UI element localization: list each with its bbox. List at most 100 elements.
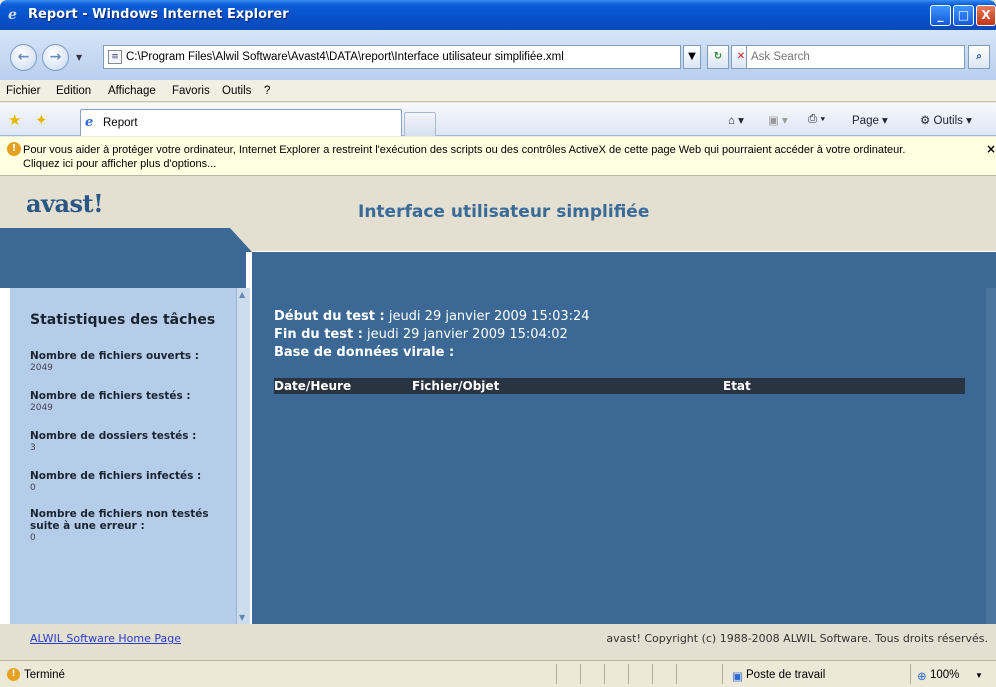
status-divider (628, 664, 629, 684)
information-bar-message[interactable]: Pour vous aider à protéger votre ordinat… (23, 143, 943, 171)
maximize-button[interactable]: □ (953, 5, 974, 26)
stat-label: Nombre de fichiers non testés suite à un… (30, 508, 209, 532)
info-bar-close-icon[interactable]: × (986, 142, 996, 156)
status-divider (652, 664, 653, 684)
report-panel: Début du test : jeudi 29 janvier 2009 15… (252, 288, 996, 624)
status-divider (604, 664, 605, 684)
ie-logo-icon: e (8, 7, 17, 23)
stat-value: 2049 (30, 363, 53, 373)
stat-folders-tested: Nombre de dossiers testés : 3 (30, 430, 235, 454)
status-divider (580, 664, 581, 684)
page-footer: ALWIL Software Home Page avast! Copyrigh… (0, 624, 996, 660)
menu-bar: Fichier Edition Affichage Favoris Outils… (0, 80, 996, 102)
add-favorite-icon[interactable]: ✦ (35, 111, 48, 129)
ie-page-icon: e (85, 115, 94, 130)
stat-label: Nombre de dossiers testés : (30, 430, 197, 442)
stat-files-opened: Nombre de fichiers ouverts : 2049 (30, 350, 235, 374)
menu-item-affichage[interactable]: Affichage (108, 85, 156, 97)
tools-menu-button[interactable]: ⚙ Outils ▾ (920, 113, 972, 127)
page-content: avast! Interface utilisateur simplifiée … (0, 176, 996, 660)
refresh-button[interactable]: ↻ (707, 45, 729, 69)
stat-files-not-tested: Nombre de fichiers non testés suite à un… (30, 508, 235, 544)
test-end-line: Fin du test : jeudi 29 janvier 2009 15:0… (274, 327, 568, 342)
search-input[interactable] (751, 47, 951, 67)
zoom-dropdown-icon[interactable]: ▼ (975, 671, 983, 680)
status-text: Terminé (24, 669, 65, 681)
menu-item-help[interactable]: ? (264, 85, 270, 97)
tab-label: Report (103, 117, 138, 129)
menu-item-outils[interactable]: Outils (222, 85, 251, 97)
scroll-down-icon[interactable]: ▼ (239, 613, 245, 622)
status-bar: ! Terminé ▣ Poste de travail ⊕ 100% ▼ (0, 660, 996, 687)
stat-files-infected: Nombre de fichiers infectés : 0 (30, 470, 235, 494)
page-title: Interface utilisateur simplifiée (358, 202, 650, 222)
home-page-link[interactable]: ALWIL Software Home Page (30, 632, 181, 645)
search-box[interactable] (746, 45, 965, 69)
information-bar[interactable]: ! Pour vous aider à protéger votre ordin… (0, 137, 996, 176)
tab-bar: ★ ✦ e Report ⌂ ▾ ▣ ▾ ⎙ ▾ Page ▾ ⚙ Outils… (0, 103, 996, 136)
virus-db-label: Base de données virale : (274, 345, 455, 360)
stat-files-tested: Nombre de fichiers testés : 2049 (30, 390, 235, 414)
tools-menu-label: Outils (933, 115, 963, 127)
address-bar[interactable]: ≡ C:\Program Files\Alwil Software\Avast4… (103, 45, 681, 69)
stat-label: Nombre de fichiers ouverts : (30, 350, 199, 362)
home-icon[interactable]: ⌂ ▾ (728, 113, 744, 127)
warning-shield-icon: ! (7, 142, 21, 156)
favorites-star-icon[interactable]: ★ (8, 111, 21, 129)
zoom-level[interactable]: 100% (930, 669, 959, 681)
stat-value: 0 (30, 533, 36, 543)
test-start-label: Début du test : (274, 309, 385, 324)
test-end-value: jeudi 29 janvier 2009 15:04:02 (362, 327, 568, 342)
header-band (0, 228, 996, 288)
stat-label: Nombre de fichiers infectés : (30, 470, 202, 482)
back-button[interactable]: ← (10, 44, 37, 71)
main-scrollbar[interactable] (986, 288, 996, 624)
sidebar-scrollbar[interactable]: ▲ ▼ (236, 288, 250, 624)
forward-button[interactable]: → (42, 44, 69, 71)
status-divider (556, 664, 557, 684)
test-start-value: jeudi 29 janvier 2009 15:03:24 (384, 309, 590, 324)
stat-label: Nombre de fichiers testés : (30, 390, 191, 402)
address-toolbar: ← → ▼ ≡ C:\Program Files\Alwil Software\… (0, 30, 996, 80)
col-file-object[interactable]: Fichier/Objet (412, 379, 499, 393)
address-url[interactable]: C:\Program Files\Alwil Software\Avast4\D… (126, 51, 564, 63)
page-menu-label: Page (852, 115, 879, 127)
window-title-bar[interactable]: e Report - Windows Internet Explorer _ □… (0, 0, 996, 30)
tab-report[interactable]: e Report (80, 109, 402, 136)
close-button[interactable]: X (976, 5, 996, 26)
scroll-up-icon[interactable]: ▲ (239, 290, 245, 299)
stat-value: 3 (30, 443, 36, 453)
computer-icon: ▣ (732, 671, 743, 683)
sidebar-heading: Statistiques des tâches (30, 312, 216, 328)
status-divider (910, 664, 911, 684)
page-icon: ≡ (108, 50, 122, 64)
stat-value: 2049 (30, 403, 53, 413)
address-dropdown-button[interactable]: ▼ (683, 45, 701, 69)
search-button[interactable]: ⌕ (968, 45, 990, 69)
test-end-label: Fin du test : (274, 327, 363, 342)
feeds-icon[interactable]: ▣ ▾ (768, 113, 788, 127)
status-divider (676, 664, 677, 684)
status-divider (722, 664, 723, 684)
status-shield-icon: ! (7, 668, 20, 681)
stat-value: 0 (30, 483, 36, 493)
results-table-header: Date/Heure Fichier/Objet Etat (274, 378, 965, 394)
avast-logo: avast! (26, 189, 104, 218)
minimize-button[interactable]: _ (930, 5, 951, 26)
zoom-icon: ⊕ (917, 671, 927, 683)
menu-item-edition[interactable]: Edition (56, 85, 91, 97)
sidebar-statistics: Statistiques des tâches Nombre de fichie… (10, 288, 250, 624)
page-menu-button[interactable]: Page ▾ (852, 113, 888, 127)
menu-item-fichier[interactable]: Fichier (6, 85, 41, 97)
new-tab-button[interactable] (404, 112, 436, 136)
security-zone[interactable]: Poste de travail (746, 669, 825, 681)
menu-item-favoris[interactable]: Favoris (172, 85, 210, 97)
window-title: Report - Windows Internet Explorer (28, 7, 289, 22)
print-icon[interactable]: ⎙ ▾ (808, 113, 825, 126)
col-date-time[interactable]: Date/Heure (274, 379, 351, 393)
virus-db-line: Base de données virale : (274, 345, 454, 360)
history-dropdown-icon[interactable]: ▼ (76, 53, 82, 62)
copyright-text: avast! Copyright (c) 1988-2008 ALWIL Sof… (606, 632, 988, 645)
test-start-line: Début du test : jeudi 29 janvier 2009 15… (274, 309, 590, 324)
col-status[interactable]: Etat (723, 379, 751, 393)
